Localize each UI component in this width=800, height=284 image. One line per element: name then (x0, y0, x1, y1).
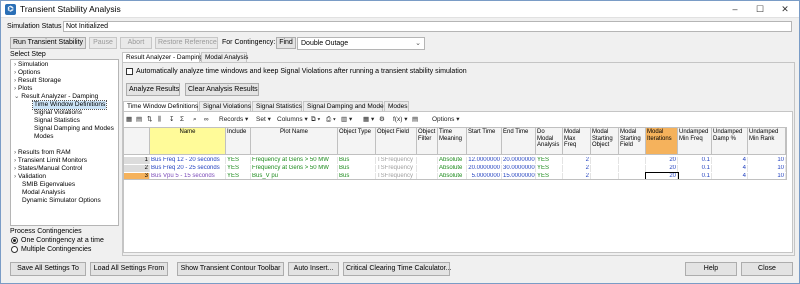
abort-button[interactable]: Abort (120, 37, 152, 49)
tree-item-results-from-ram[interactable]: › Results from RAM (14, 149, 71, 157)
col-header-object-type[interactable]: Object Type (338, 128, 376, 155)
critical-clearing-time-button[interactable]: Critical Clearing Time Calculator... (343, 262, 451, 276)
maximize-button[interactable]: ☐ (748, 1, 772, 18)
window-title: Transient Stability Analysis (20, 4, 121, 14)
properties-icon[interactable]: ⚙ (379, 115, 385, 125)
process-contingencies-label: Process Contingencies (10, 228, 82, 235)
tab-signal-statistics[interactable]: Signal Statistics (252, 101, 302, 111)
help-button[interactable]: Help (685, 262, 737, 276)
grid-toolbar: ▦ ▤ ⇅ ⫼ ↧ Σ ⌕ ∞ Records ▾ Set ▾ Columns … (123, 115, 793, 126)
col-header-undamped-damp[interactable]: Undamped Damp % (712, 128, 748, 155)
totals-icon[interactable]: Σ (180, 115, 184, 125)
clear-analysis-results-button[interactable]: Clear Analysis Results (185, 83, 259, 96)
tree-item-modes[interactable]: Modes (34, 133, 54, 141)
binoculars-icon[interactable]: ∞ (204, 115, 209, 125)
tab-time-window-definitions[interactable]: Time Window Definitions (123, 101, 198, 111)
sort-desc-icon[interactable]: ↧ (169, 115, 174, 125)
col-header-plot-name[interactable]: Plot Name (251, 128, 338, 155)
tree-item-time-window-definitions[interactable]: Time Window Definitions (31, 100, 108, 110)
one-contingency-radio[interactable] (11, 237, 18, 244)
app-icon: ⌬ (5, 4, 16, 15)
tree-item-signal-violations[interactable]: Signal Violations (34, 109, 82, 117)
run-transient-stability-button[interactable]: Run Transient Stability (10, 37, 86, 49)
tree-item-simulation[interactable]: › Simulation (14, 61, 48, 69)
col-header-name[interactable]: Name (150, 128, 226, 155)
contingency-select[interactable]: Double Outage ⌄ (297, 37, 425, 50)
find-icon[interactable]: ⌕ (193, 115, 197, 125)
chevron-down-icon: ⌄ (415, 40, 421, 47)
restore-reference-button[interactable]: Restore Reference (155, 37, 218, 49)
col-header-modal-starting-object[interactable]: Modal Starting Object (591, 128, 619, 155)
col-header-undamped-min-rank[interactable]: Undamped Min Rank (748, 128, 786, 155)
one-contingency-label: One Contingency at a time (21, 237, 104, 244)
find-button[interactable]: Find (276, 37, 296, 49)
step-tree: › Simulation › Options › Result Storage … (10, 59, 119, 226)
tree-item-result-analyzer[interactable]: ⌄ Result Analyzer - Damping (14, 93, 98, 101)
columns-menu[interactable]: Columns ▾ (277, 115, 308, 125)
tree-item-plots[interactable]: › Plots (14, 85, 32, 93)
col-header-do-modal[interactable]: Do Modal Analysis (536, 128, 563, 155)
close-button[interactable]: Close (741, 262, 793, 276)
minimize-button[interactable]: – (723, 1, 747, 18)
row-header-corner (124, 128, 150, 155)
tab-signal-violations[interactable]: Signal Violations (199, 101, 251, 111)
col-header-start-time[interactable]: Start Time (467, 128, 502, 155)
show-contour-toolbar-button[interactable]: Show Transient Contour Toolbar (177, 262, 284, 276)
tree-item-modal-analysis[interactable]: Modal Analysis (22, 189, 65, 197)
col-header-modal-starting-field[interactable]: Modal Starting Field (619, 128, 646, 155)
col-header-time-meaning[interactable]: Time Meaning (438, 128, 467, 155)
auto-analyze-checkbox[interactable] (126, 68, 133, 75)
simulation-status-label: Simulation Status (7, 23, 62, 30)
tree-item-result-storage[interactable]: › Result Storage (14, 77, 61, 85)
col-header-object-field[interactable]: Object Field (376, 128, 417, 155)
tab-result-analyzer-damping[interactable]: Result Analyzer - Damping (122, 52, 203, 62)
select-step-label: Select Step (10, 51, 46, 58)
grid-icon[interactable]: ▦ (126, 115, 132, 125)
filter-columns-icon[interactable]: ⫼ (158, 115, 161, 125)
col-header-modal-max-freq[interactable]: Modal Max Freq (563, 128, 591, 155)
table-icon[interactable]: ▤ (136, 115, 142, 125)
tree-item-dynamic-simulator-options[interactable]: Dynamic Simulator Options (22, 197, 101, 205)
sort-icon[interactable]: ⇅ (147, 115, 152, 125)
transient-stability-window: ⌬ Transient Stability Analysis – ☐ ✕ Sim… (0, 0, 800, 284)
tree-item-smib-eigenvalues[interactable]: SMIB Eigenvalues (22, 181, 75, 189)
load-all-settings-button[interactable]: Load All Settings From (90, 262, 168, 276)
export-icon[interactable]: ⎙ ▾ (326, 115, 336, 125)
tree-item-transient-limit-monitors[interactable]: › Transient Limit Monitors (14, 157, 87, 165)
col-header-end-time[interactable]: End Time (502, 128, 536, 155)
options-menu[interactable]: Options ▾ (432, 115, 459, 125)
fx-menu[interactable]: f(x) ▾ (393, 115, 407, 125)
tree-item-signal-statistics[interactable]: Signal Statistics (34, 117, 80, 125)
tab-modal-analysis[interactable]: Modal Analysis (201, 52, 248, 62)
copy-icon[interactable]: ⧉ ▾ (311, 115, 320, 125)
contingency-label: For Contingency: (222, 39, 276, 46)
tree-item-signal-damping[interactable]: Signal Damping and Modes (34, 125, 114, 133)
chart-menu-icon[interactable]: ▦ ▾ (363, 115, 374, 125)
col-header-modal-iterations[interactable]: Modal Iterations (646, 128, 678, 155)
auto-insert-button[interactable]: Auto Insert... (288, 262, 339, 276)
auto-analyze-label: Automatically analyze time windows and k… (136, 68, 467, 75)
grid-icon-2[interactable]: ▤ (412, 115, 418, 125)
set-menu[interactable]: Set ▾ (256, 115, 271, 125)
close-window-button[interactable]: ✕ (773, 1, 797, 18)
title-bar: ⌬ Transient Stability Analysis – ☐ ✕ (1, 1, 799, 18)
chart-icon[interactable]: ▥ ▾ (341, 115, 352, 125)
col-header-undamped-min-freq[interactable]: Undamped Min Freq (678, 128, 712, 155)
tree-item-options[interactable]: › Options (14, 69, 40, 77)
analyze-results-button[interactable]: Analyze Results (126, 83, 180, 96)
multiple-contingencies-label: Multiple Contingencies (21, 246, 92, 253)
multiple-contingencies-radio[interactable] (11, 246, 18, 253)
save-all-settings-button[interactable]: Save All Settings To (10, 262, 86, 276)
records-menu[interactable]: Records ▾ (219, 115, 248, 125)
time-window-grid: Name Include Plot Name Object Type Objec… (123, 127, 787, 180)
simulation-status-field: Not Initialized (63, 21, 792, 32)
contingency-value: Double Outage (301, 40, 349, 47)
tree-item-validation[interactable]: › Validation (14, 173, 46, 181)
col-header-object-filter[interactable]: Object Filter (417, 128, 438, 155)
col-header-include[interactable]: Include (226, 128, 251, 155)
tree-item-states-manual-control[interactable]: › States/Manual Control (14, 165, 82, 173)
pause-button[interactable]: Pause (89, 37, 117, 49)
tab-signal-damping-modes[interactable]: Signal Damping and Modes (303, 101, 387, 111)
tab-modes[interactable]: Modes (384, 101, 409, 111)
